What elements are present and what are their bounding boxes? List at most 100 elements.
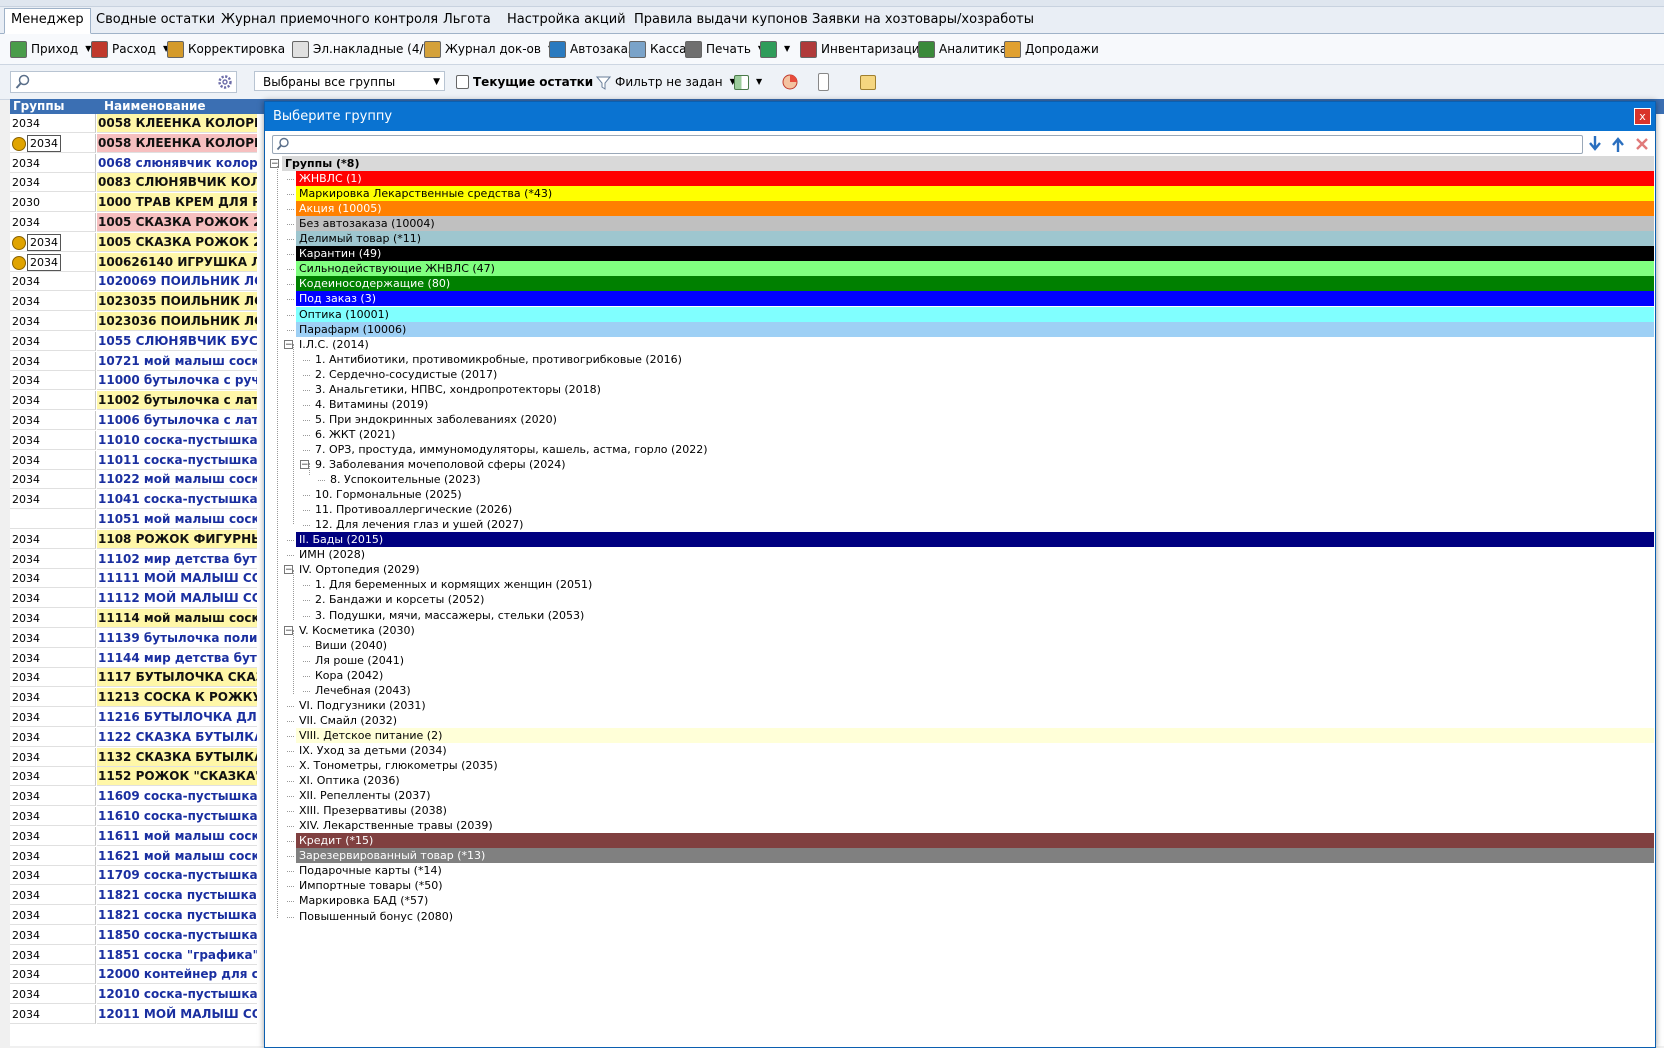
tree-connector	[303, 646, 310, 647]
toolbar-button-7[interactable]: Касса	[629, 39, 686, 59]
arrow-up-icon[interactable]	[1610, 135, 1626, 153]
group-select[interactable]: Выбраны все группы ▼	[254, 71, 445, 91]
tree-node[interactable]: Акция (10005)	[296, 201, 1654, 216]
toolbar-button-2[interactable]: Расход▼	[91, 39, 169, 59]
toolbar-button-8[interactable]: Печать▼	[685, 39, 764, 59]
toolbar-button-4[interactable]: Эл.накладные (4/4)	[292, 39, 436, 59]
tree-node[interactable]: 10. Гормональные (2025)	[312, 487, 1654, 502]
tree-connector	[293, 344, 294, 524]
gear-icon[interactable]	[217, 74, 233, 90]
pie-chart-button[interactable]	[782, 71, 798, 93]
tree-node[interactable]: VI. Подгузники (2031)	[296, 698, 1654, 713]
columns-button[interactable]: ▼	[734, 71, 762, 93]
tree-node[interactable]: Группы (*8)	[282, 156, 1654, 171]
tree-node[interactable]: Кредит (*15)	[296, 833, 1654, 848]
group-search-input[interactable]	[272, 135, 1583, 154]
group-cell: 2034	[10, 886, 96, 905]
toolbar-button-5[interactable]: Журнал док-ов▼	[424, 39, 554, 59]
tree-node[interactable]: Оптика (10001)	[296, 307, 1654, 322]
column-header-groups[interactable]: Группы	[13, 99, 65, 114]
pie-chart-icon	[782, 74, 798, 90]
clear-icon[interactable]	[1634, 135, 1650, 153]
tree-node[interactable]: 1. Для беременных и кормящих женщин (205…	[312, 577, 1654, 592]
group-code: 2034	[12, 691, 40, 704]
tree-node[interactable]: 9. Заболевания мочеполовой сферы (2024)	[312, 457, 1654, 472]
group-cell: 2034	[10, 569, 96, 588]
tree-node[interactable]: 1. Антибиотики, противомикробные, против…	[312, 352, 1654, 367]
collapse-toggle-icon[interactable]: −	[284, 340, 293, 350]
tree-node[interactable]: II. Бады (2015)	[296, 532, 1654, 547]
tree-node[interactable]: Под заказ (3)	[296, 291, 1654, 306]
tree-node[interactable]: 4. Витамины (2019)	[312, 397, 1654, 412]
tree-connector	[287, 826, 294, 827]
tree-node[interactable]: 2. Сердечно-сосудистые (2017)	[312, 367, 1654, 382]
tree-node[interactable]: 8. Успокоительные (2023)	[327, 472, 1654, 487]
tree-node[interactable]: Сильнодействующие ЖНВЛС (47)	[296, 261, 1654, 276]
tree-node[interactable]: ЖНВЛС (1)	[296, 171, 1654, 186]
collapse-toggle-icon[interactable]: −	[284, 626, 293, 636]
close-button[interactable]: x	[1634, 108, 1651, 125]
toolbar-button-3[interactable]: Корректировка▼	[167, 39, 298, 59]
toolbar-button-1[interactable]: Приход ▼	[10, 39, 91, 59]
tree-node[interactable]: 3. Анальгетики, НПВС, хондропротекторы (…	[312, 382, 1654, 397]
tab-7[interactable]: Заявки на хозтовары/хозработы	[806, 9, 1040, 31]
tree-node[interactable]: IX. Уход за детьми (2034)	[296, 743, 1654, 758]
toolbar-button-12[interactable]: Допродажи	[1004, 39, 1099, 59]
tree-node[interactable]: Виши (2040)	[312, 638, 1654, 653]
column-header-name[interactable]: Наименование	[104, 99, 206, 114]
tree-node[interactable]: VIII. Детское питание (2)	[296, 728, 1654, 743]
tree-node[interactable]: ИМН (2028)	[296, 547, 1654, 562]
tree-node[interactable]: 3. Подушки, мячи, массажеры, стельки (20…	[312, 608, 1654, 623]
product-name-cell: 1023036 ПОИЛЬНИК ЛОРЕЛ	[97, 312, 257, 331]
toolbar-button-11[interactable]: Аналитика	[918, 39, 1007, 59]
tree-node[interactable]: Маркировка Лекарственные средства (*43)	[296, 186, 1654, 201]
tab-3[interactable]: Журнал приемочного контроля	[215, 9, 444, 31]
tree-node[interactable]: Повышенный бонус (2080)	[296, 909, 1654, 924]
tree-node[interactable]: XI. Оптика (2036)	[296, 773, 1654, 788]
tree-node[interactable]: Подарочные карты (*14)	[296, 863, 1654, 878]
tree-node[interactable]: XII. Репелленты (2037)	[296, 788, 1654, 803]
tree-node[interactable]: Зарезервированный товар (*13)	[296, 848, 1654, 863]
tab-5[interactable]: Настройка акций	[501, 9, 632, 31]
tree-node[interactable]: XIII. Презервативы (2038)	[296, 803, 1654, 818]
group-code: 2034	[12, 751, 40, 764]
tree-node[interactable]: XIV. Лекарственные травы (2039)	[296, 818, 1654, 833]
tab-2[interactable]: Сводные остатки	[90, 9, 221, 31]
product-name-cell: 11111 МОЙ МАЛЫШ СОСКА	[97, 569, 257, 588]
collapse-toggle-icon[interactable]: −	[300, 460, 309, 470]
tree-node[interactable]: 12. Для лечения глаз и ушей (2027)	[312, 517, 1654, 532]
tree-node[interactable]: Маркировка БАД (*57)	[296, 893, 1654, 908]
tree-node[interactable]: V. Косметика (2030)	[296, 623, 1654, 638]
tree-node[interactable]: Кодеиносодержащие (80)	[296, 276, 1654, 291]
tree-node[interactable]: Без автозаказа (10004)	[296, 216, 1654, 231]
tree-node[interactable]: Ля роше (2041)	[312, 653, 1654, 668]
collapse-toggle-icon[interactable]: −	[284, 565, 293, 575]
tree-node[interactable]: Кора (2042)	[312, 668, 1654, 683]
tree-node[interactable]: 2. Бандажи и корсеты (2052)	[312, 592, 1654, 607]
tree-node[interactable]: Импортные товары (*50)	[296, 878, 1654, 893]
tree-node[interactable]: IV. Ортопедия (2029)	[296, 562, 1654, 577]
tab-6[interactable]: Правила выдачи купонов	[628, 9, 814, 31]
toolbar-button-6[interactable]: Автозаказ	[549, 39, 634, 59]
stock-mode-button[interactable]: Текущие остатки ▼	[456, 71, 606, 93]
tree-node[interactable]: Делимый товар (*11)	[296, 231, 1654, 246]
toolbar-button-9[interactable]: ▼	[760, 39, 790, 59]
tree-node[interactable]: 7. ОРЗ, простуда, иммуномодуляторы, каше…	[312, 442, 1654, 457]
tree-node[interactable]: X. Тонометры, глюкометры (2035)	[296, 758, 1654, 773]
tree-node[interactable]: VII. Смайл (2032)	[296, 713, 1654, 728]
arrow-down-icon[interactable]	[1587, 135, 1603, 153]
grid-search-input[interactable]	[10, 71, 237, 93]
tree-node[interactable]: 11. Противоаллергические (2026)	[312, 502, 1654, 517]
tree-node[interactable]: Карантин (49)	[296, 246, 1654, 261]
tab-4[interactable]: Льгота	[437, 9, 497, 31]
tree-node[interactable]: Парафарм (10006)	[296, 322, 1654, 337]
tree-node[interactable]: I.Л.С. (2014)	[296, 337, 1654, 352]
sort-button[interactable]	[818, 71, 829, 93]
tree-node[interactable]: Лечебная (2043)	[312, 683, 1654, 698]
tree-node[interactable]: 5. При эндокринных заболеваниях (2020)	[312, 412, 1654, 427]
tree-node[interactable]: 6. ЖКТ (2021)	[312, 427, 1654, 442]
toolbar-button-10[interactable]: Инвентаризация	[800, 39, 927, 59]
tab-1[interactable]: Менеджер	[4, 8, 91, 34]
window-button[interactable]	[860, 71, 876, 93]
filter-button[interactable]: Фильтр не задан ▼	[596, 71, 736, 93]
